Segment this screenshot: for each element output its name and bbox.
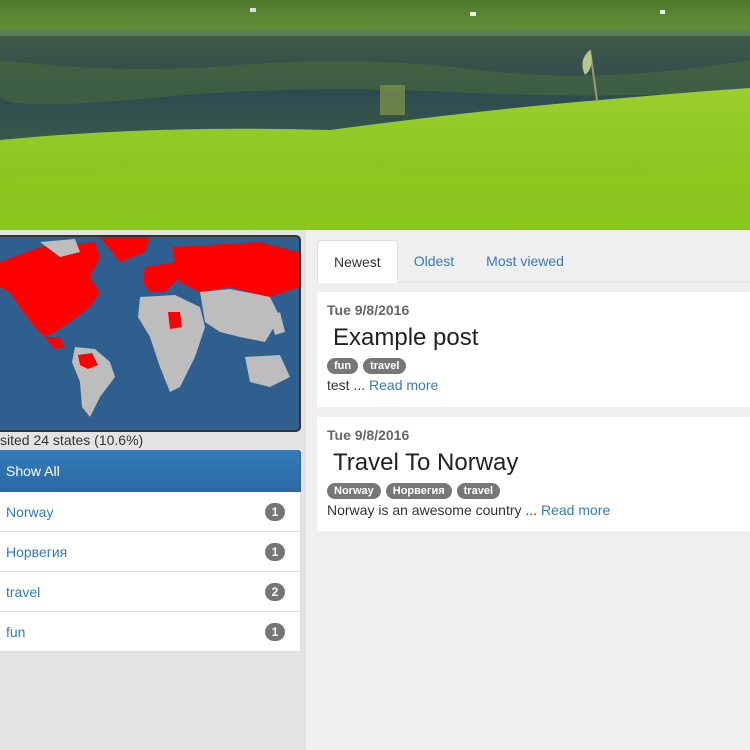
post-tag-chip[interactable]: travel xyxy=(456,483,500,499)
post-tag-chip[interactable]: Norway xyxy=(327,483,381,499)
visited-summary: sited 24 states (10.6%) xyxy=(0,432,144,448)
post-tags: fun travel xyxy=(327,358,740,374)
post-card: Tue 9/8/2016 Travel To Norway Norway Нор… xyxy=(317,417,750,531)
tab-oldest[interactable]: Oldest xyxy=(398,240,470,282)
tab-most-viewed[interactable]: Most viewed xyxy=(470,240,580,282)
tag-filter-travel[interactable]: travel 2 xyxy=(0,572,301,612)
tag-count-badge: 1 xyxy=(265,542,285,561)
post-tag-chip[interactable]: Норвегия xyxy=(385,483,452,499)
tag-filter-list: Show All Norway 1 Норвегия 1 travel 2 fu… xyxy=(0,450,301,652)
tag-filter-fun[interactable]: fun 1 xyxy=(0,612,301,652)
tag-filter-norway-ru[interactable]: Норвегия 1 xyxy=(0,532,301,572)
tag-filter-label: Norway xyxy=(6,503,54,520)
world-visited-map[interactable] xyxy=(0,235,301,432)
tag-filter-label: fun xyxy=(6,623,26,640)
post-title[interactable]: Example post xyxy=(333,324,740,352)
header-banner-image xyxy=(0,0,750,230)
post-date: Tue 9/8/2016 xyxy=(327,427,410,443)
tag-filter-show-all[interactable]: Show All xyxy=(0,450,301,492)
tag-filter-label: Норвегия xyxy=(6,543,68,560)
sort-tabs: Newest Oldest Most viewed xyxy=(317,240,750,283)
tab-newest[interactable]: Newest xyxy=(317,240,398,283)
post-date: Tue 9/8/2016 xyxy=(327,302,410,318)
post-card: Tue 9/8/2016 Example post fun travel tes… xyxy=(317,292,750,407)
post-tag-chip[interactable]: travel xyxy=(363,358,407,374)
tag-filter-label: travel xyxy=(6,583,41,600)
post-excerpt: test ... Read more xyxy=(327,377,740,393)
post-tag-chip[interactable]: fun xyxy=(327,358,359,374)
tag-count-badge: 1 xyxy=(265,622,285,641)
post-tags: Norway Норвегия travel xyxy=(327,483,740,499)
tag-count-badge: 2 xyxy=(265,582,285,601)
post-excerpt: Norway is an awesome country ... Read mo… xyxy=(327,502,740,518)
read-more-link[interactable]: Read more xyxy=(541,502,610,518)
post-excerpt-text: test ... xyxy=(327,377,366,393)
tag-filter-label: Show All xyxy=(6,462,60,479)
post-title[interactable]: Travel To Norway xyxy=(333,449,740,477)
read-more-link[interactable]: Read more xyxy=(369,377,438,393)
post-excerpt-text: Norway is an awesome country ... xyxy=(327,502,538,518)
tag-count-badge: 1 xyxy=(265,502,285,521)
tag-filter-norway[interactable]: Norway 1 xyxy=(0,492,301,532)
